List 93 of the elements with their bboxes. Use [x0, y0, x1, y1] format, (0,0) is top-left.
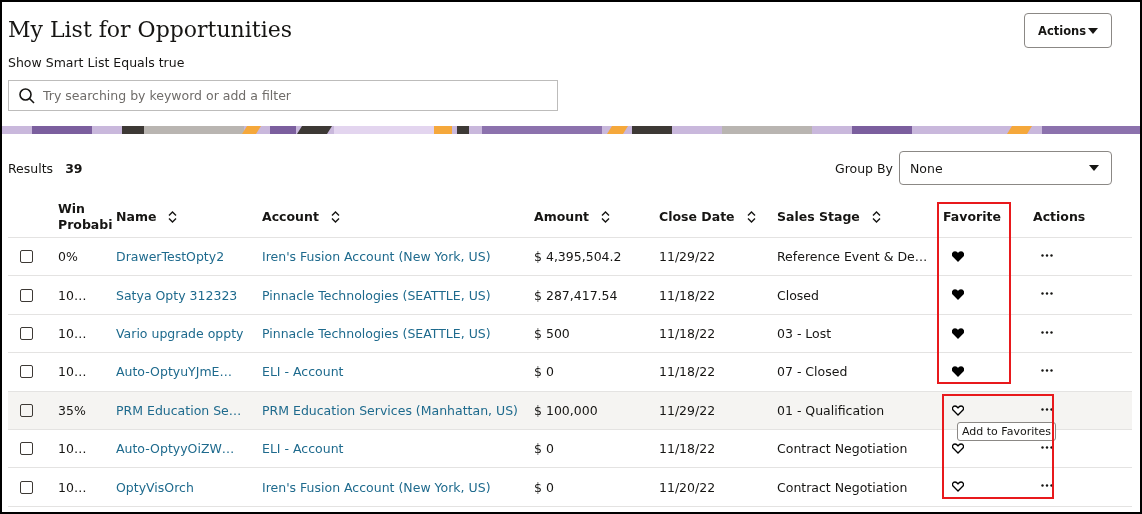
table-row[interactable]: 10… OptyVisOrch Iren's Fusion Account (New York, US) $ 0 11/20/22 Contract Negotiation — [8, 468, 1132, 507]
sort-icon[interactable] — [330, 210, 340, 223]
sort-icon[interactable] — [871, 210, 881, 223]
results-label: Results — [8, 160, 54, 176]
opportunity-link[interactable]: OptyVisOrch — [116, 479, 194, 495]
table-cell: $ 287,417.54 — [534, 287, 618, 303]
table-cell: 11/20/22 — [659, 479, 716, 495]
more-icon[interactable] — [1041, 330, 1053, 334]
sort-icon[interactable] — [746, 210, 756, 223]
table-cell: Contract Negotiation — [777, 479, 908, 495]
row-checkbox[interactable] — [19, 480, 33, 494]
group-by-select[interactable]: None — [899, 151, 1112, 185]
row-checkbox[interactable] — [19, 403, 33, 417]
opportunity-link[interactable]: Auto-OptyuYJmE… — [116, 364, 232, 380]
opportunity-link[interactable]: Auto-OptyyOiZW… — [116, 441, 235, 457]
column-header: Close Date — [659, 209, 735, 224]
table-cell: 11/29/22 — [659, 402, 716, 418]
row-checkbox[interactable] — [19, 288, 33, 302]
table-cell: $ 100,000 — [534, 402, 598, 418]
heart-icon[interactable] — [952, 289, 964, 301]
search-field[interactable]: Try searching by keyword or add a filter — [8, 80, 558, 111]
table-cell: 10… — [58, 479, 87, 495]
table-row[interactable]: 10… Vario upgrade oppty Pinnacle Technologies (SEATTLE, US) $ 500 11/18/22 03 - Lost — [8, 314, 1132, 354]
table-cell: 01 - Qualification — [777, 402, 885, 418]
heart-icon[interactable] — [952, 366, 964, 378]
opportunity-link[interactable]: PRM Education Se… — [116, 402, 242, 418]
table-cell: 10… — [58, 325, 87, 341]
account-link[interactable]: Pinnacle Technologies (SEATTLE, US) — [262, 287, 491, 303]
column-header: Sales Stage — [777, 209, 860, 224]
table-cell: 11/18/22 — [659, 287, 716, 303]
table-row[interactable]: 10… Auto-OptyuYJmE… ELI - Account $ 0 11/18/22 07 - Closed — [8, 353, 1132, 392]
opportunity-link[interactable]: Vario upgrade oppty — [116, 325, 244, 341]
table-cell: 07 - Closed — [777, 364, 848, 380]
results-count: 39 — [65, 160, 83, 176]
account-link[interactable]: PRM Education Services (Manhattan, US) — [262, 402, 518, 418]
table-cell: 35% — [58, 402, 86, 418]
table-cell: 10… — [58, 364, 87, 380]
table-cell: Reference Event & De… — [777, 249, 928, 265]
account-link[interactable]: ELI - Account — [262, 441, 344, 457]
table-cell: 10… — [58, 441, 87, 457]
column-header: Win Probabi — [58, 200, 114, 233]
table-cell: $ 4,395,504.2 — [534, 249, 622, 265]
table-cell: 0% — [58, 249, 78, 265]
group-by-label: Group By — [835, 160, 893, 176]
filter-summary: Show Smart List Equals true — [8, 55, 186, 70]
table-cell: Contract Negotiation — [777, 441, 908, 457]
row-checkbox[interactable] — [19, 250, 33, 264]
heart-icon[interactable] — [952, 404, 964, 416]
table-cell: $ 0 — [534, 441, 554, 457]
column-header: Favorite — [943, 209, 1001, 224]
table-cell: $ 0 — [534, 364, 554, 380]
column-header: Name — [116, 209, 157, 224]
table-row[interactable]: 10… Satya Opty 312323 Pinnacle Technologies (SEATTLE, US) $ 287,417.54 11/18/22 Closed — [8, 276, 1132, 315]
more-icon[interactable] — [1041, 407, 1053, 411]
table-cell: 11/18/22 — [659, 441, 716, 457]
actions-button[interactable]: Actions — [1024, 13, 1112, 48]
table-row[interactable]: 0% DrawerTestOpty2 Iren's Fusion Account (New York, US) $ 4,395,504.2 11/29/22 Reference Event & De… — [8, 238, 1132, 277]
table-cell: 11/18/22 — [659, 325, 716, 341]
more-icon[interactable] — [1041, 369, 1053, 373]
table-cell: $ 0 — [534, 479, 554, 495]
table-cell: $ 500 — [534, 325, 570, 341]
table-cell: Closed — [777, 287, 819, 303]
table-cell: 11/29/22 — [659, 249, 716, 265]
column-header: Actions — [1033, 209, 1086, 224]
account-link[interactable]: Iren's Fusion Account (New York, US) — [262, 249, 491, 265]
page-title: My List for Opportunities — [8, 16, 293, 44]
heart-icon[interactable] — [952, 442, 964, 454]
tooltip: Add to Favorites — [957, 421, 1057, 441]
heart-icon[interactable] — [952, 251, 964, 262]
sort-icon[interactable] — [168, 210, 178, 223]
row-checkbox[interactable] — [19, 326, 33, 340]
column-header: Account — [262, 209, 319, 224]
account-link[interactable]: ELI - Account — [262, 364, 344, 380]
account-link[interactable]: Pinnacle Technologies (SEATTLE, US) — [262, 325, 491, 341]
more-icon[interactable] — [1041, 292, 1053, 296]
opportunity-link[interactable]: Satya Opty 312323 — [116, 287, 238, 303]
table-cell: 11/18/22 — [659, 364, 716, 380]
account-link[interactable]: Iren's Fusion Account (New York, US) — [262, 479, 491, 495]
column-header: Amount — [534, 209, 590, 224]
search-icon — [18, 87, 36, 105]
more-icon[interactable] — [1041, 254, 1053, 257]
caret-icon — [1088, 27, 1098, 34]
more-icon[interactable] — [1041, 445, 1053, 449]
row-checkbox[interactable] — [19, 365, 33, 379]
caret-icon — [1089, 165, 1099, 171]
opportunity-link[interactable]: DrawerTestOpty2 — [116, 249, 225, 265]
table-cell: 03 - Lost — [777, 325, 832, 341]
table-cell: 10… — [58, 287, 87, 303]
sort-icon[interactable] — [601, 210, 611, 223]
more-icon[interactable] — [1041, 484, 1053, 488]
row-checkbox[interactable] — [19, 442, 33, 456]
heart-icon[interactable] — [952, 481, 964, 493]
heart-icon[interactable] — [952, 327, 964, 339]
